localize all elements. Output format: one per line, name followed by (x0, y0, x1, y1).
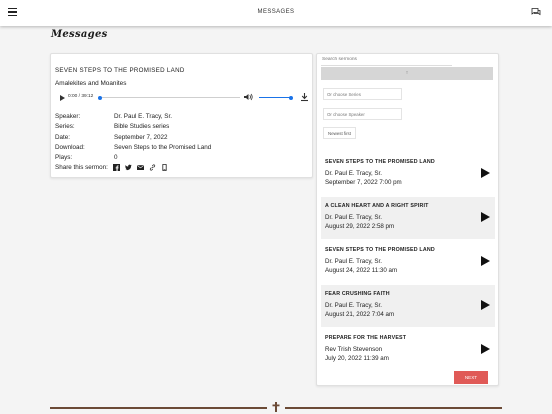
detail-label: Series: (55, 123, 75, 131)
list-item[interactable]: PREPARE FOR THE HARVEST Rev Trish Steven… (321, 329, 495, 371)
item-speaker: Dr. Paul E. Tracy, Sr. (325, 258, 382, 265)
detail-value: September 7, 2022 (114, 133, 168, 141)
item-date: September 7, 2022 7:00 pm (325, 179, 402, 186)
item-speaker: Dr. Paul E. Tracy, Sr. (325, 170, 382, 177)
list-item[interactable]: SEVEN STEPS TO THE PROMISED LAND Dr. Pau… (321, 153, 495, 195)
item-speaker: Dr. Paul E. Tracy, Sr. (325, 214, 382, 221)
play-icon[interactable] (481, 168, 490, 178)
detail-value: Bible Studies series (114, 123, 170, 131)
sermon-title: SEVEN STEPS TO THE PROMISED LAND (55, 67, 185, 74)
audio-time: 0:00 / 39:12 (68, 94, 94, 99)
search-button[interactable]: ↑ (321, 67, 493, 80)
item-date: August 29, 2022 2:58 pm (325, 223, 395, 230)
app-title: MESSAGES (257, 9, 295, 15)
item-title: A CLEAN HEART AND A RIGHT SPIRIT (325, 203, 429, 209)
play-icon[interactable] (481, 344, 490, 354)
top-app-bar: MESSAGES (0, 0, 552, 26)
sermon-subtitle: Amalekites and Moanites (55, 80, 127, 87)
detail-label: Date: (55, 133, 71, 141)
play-icon[interactable] (60, 95, 65, 101)
share-label: Share this sermon: (55, 164, 108, 171)
audio-player: 0:00 / 39:12 (55, 92, 309, 103)
facebook-icon[interactable] (113, 164, 120, 171)
speaker-select[interactable]: Or choose Speaker (323, 108, 402, 120)
detail-label: Plays: (55, 154, 73, 162)
cross-icon (272, 402, 280, 412)
item-title: SEVEN STEPS TO THE PROMISED LAND (325, 159, 435, 165)
list-item[interactable]: FEAR CRUSHING FAITH Dr. Paul E. Tracy, S… (321, 285, 495, 327)
chat-icon[interactable] (531, 7, 541, 17)
item-speaker: Dr. Paul E. Tracy, Sr. (325, 302, 382, 309)
next-button[interactable]: NEXT (454, 371, 488, 384)
search-input[interactable] (321, 54, 452, 66)
play-icon[interactable] (481, 300, 490, 310)
item-title: PREPARE FOR THE HARVEST (325, 335, 407, 341)
footer-divider-right (285, 407, 502, 409)
footer-divider-left (50, 407, 267, 409)
twitter-icon[interactable] (125, 164, 132, 171)
item-speaker: Rev Trish Stevenson (325, 346, 383, 353)
link-icon[interactable] (149, 164, 156, 171)
share-icons (113, 164, 168, 171)
download-link[interactable]: Seven Steps to the Promised Land (114, 144, 211, 151)
detail-label: Download: (55, 143, 85, 151)
item-date: July 20, 2022 11:39 am (325, 355, 389, 362)
mobile-icon[interactable] (161, 164, 168, 171)
page-title: Messages (51, 29, 108, 40)
item-title: FEAR CRUSHING FAITH (325, 291, 390, 297)
item-date: August 21, 2022 7:04 am (325, 311, 395, 318)
play-icon[interactable] (481, 256, 490, 266)
item-title: SEVEN STEPS TO THE PROMISED LAND (325, 247, 435, 253)
progress-knob[interactable] (98, 95, 102, 100)
series-select[interactable]: Or choose Series (323, 88, 402, 100)
audio-progress-slider[interactable] (98, 95, 240, 100)
email-icon[interactable] (137, 164, 144, 171)
share-row: Share this sermon: (55, 164, 167, 171)
list-item[interactable]: SEVEN STEPS TO THE PROMISED LAND Dr. Pau… (321, 241, 495, 283)
detail-value: Dr. Paul E. Tracy, Sr. (114, 113, 172, 120)
sermon-player-card: SEVEN STEPS TO THE PROMISED LAND Amaleki… (50, 53, 313, 178)
play-icon[interactable] (481, 212, 490, 222)
sermon-list-panel: ↑ Or choose Series Or choose Speaker New… (316, 53, 499, 386)
detail-label: Speaker: (55, 113, 81, 120)
volume-slider[interactable] (259, 95, 293, 100)
detail-value: 0 (114, 154, 118, 162)
volume-icon[interactable] (243, 92, 253, 102)
sort-select[interactable]: Newest first (323, 127, 356, 139)
item-date: August 24, 2022 11:30 am (325, 267, 398, 274)
volume-knob[interactable] (289, 95, 293, 100)
download-icon[interactable] (300, 92, 309, 102)
list-item[interactable]: A CLEAN HEART AND A RIGHT SPIRIT Dr. Pau… (321, 197, 495, 239)
